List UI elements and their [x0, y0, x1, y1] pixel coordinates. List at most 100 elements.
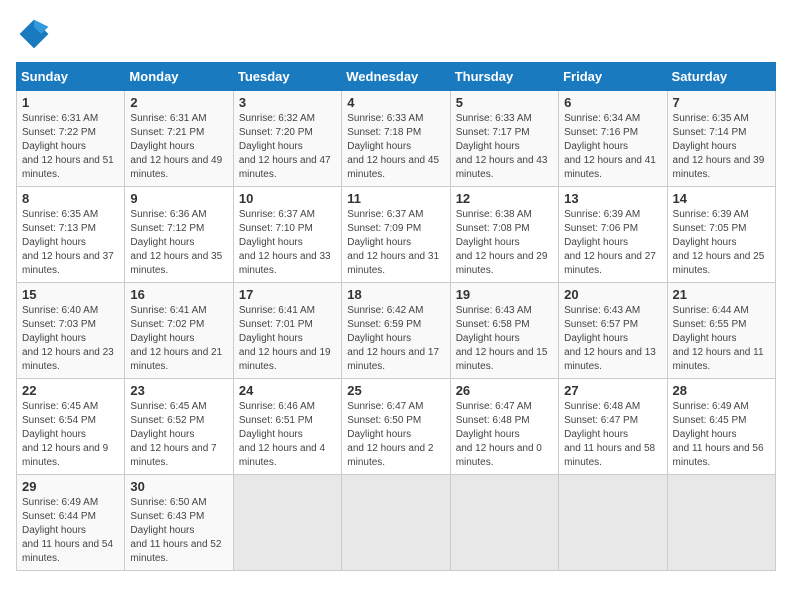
weekday-header-tuesday: Tuesday — [233, 63, 341, 91]
calendar-cell: 12 Sunrise: 6:38 AM Sunset: 7:08 PM Dayl… — [450, 187, 558, 283]
calendar-cell: 16 Sunrise: 6:41 AM Sunset: 7:02 PM Dayl… — [125, 283, 233, 379]
page-header — [16, 16, 776, 52]
day-info: Sunrise: 6:46 AM Sunset: 6:51 PM Dayligh… — [239, 400, 336, 470]
calendar-cell: 5 Sunrise: 6:33 AM Sunset: 7:17 PM Dayli… — [450, 91, 558, 187]
calendar-cell — [342, 475, 450, 571]
day-info: Sunrise: 6:40 AM Sunset: 7:03 PM Dayligh… — [22, 304, 119, 374]
day-number: 23 — [130, 383, 227, 398]
day-number: 21 — [673, 287, 770, 302]
day-info: Sunrise: 6:41 AM Sunset: 7:01 PM Dayligh… — [239, 304, 336, 374]
day-info: Sunrise: 6:39 AM Sunset: 7:05 PM Dayligh… — [673, 208, 770, 278]
calendar-week-5: 29 Sunrise: 6:49 AM Sunset: 6:44 PM Dayl… — [17, 475, 776, 571]
calendar-cell: 30 Sunrise: 6:50 AM Sunset: 6:43 PM Dayl… — [125, 475, 233, 571]
calendar-cell — [450, 475, 558, 571]
calendar-cell: 4 Sunrise: 6:33 AM Sunset: 7:18 PM Dayli… — [342, 91, 450, 187]
calendar-cell: 9 Sunrise: 6:36 AM Sunset: 7:12 PM Dayli… — [125, 187, 233, 283]
day-number: 25 — [347, 383, 444, 398]
day-number: 4 — [347, 95, 444, 110]
weekday-header-friday: Friday — [559, 63, 667, 91]
day-number: 10 — [239, 191, 336, 206]
day-info: Sunrise: 6:35 AM Sunset: 7:13 PM Dayligh… — [22, 208, 119, 278]
day-info: Sunrise: 6:33 AM Sunset: 7:18 PM Dayligh… — [347, 112, 444, 182]
calendar-cell: 6 Sunrise: 6:34 AM Sunset: 7:16 PM Dayli… — [559, 91, 667, 187]
day-number: 28 — [673, 383, 770, 398]
day-info: Sunrise: 6:50 AM Sunset: 6:43 PM Dayligh… — [130, 496, 227, 566]
day-info: Sunrise: 6:36 AM Sunset: 7:12 PM Dayligh… — [130, 208, 227, 278]
day-number: 30 — [130, 479, 227, 494]
day-info: Sunrise: 6:31 AM Sunset: 7:21 PM Dayligh… — [130, 112, 227, 182]
weekday-header-sunday: Sunday — [17, 63, 125, 91]
day-info: Sunrise: 6:37 AM Sunset: 7:10 PM Dayligh… — [239, 208, 336, 278]
calendar-week-1: 1 Sunrise: 6:31 AM Sunset: 7:22 PM Dayli… — [17, 91, 776, 187]
day-number: 24 — [239, 383, 336, 398]
day-number: 6 — [564, 95, 661, 110]
day-number: 29 — [22, 479, 119, 494]
day-info: Sunrise: 6:48 AM Sunset: 6:47 PM Dayligh… — [564, 400, 661, 470]
day-info: Sunrise: 6:39 AM Sunset: 7:06 PM Dayligh… — [564, 208, 661, 278]
day-info: Sunrise: 6:47 AM Sunset: 6:50 PM Dayligh… — [347, 400, 444, 470]
day-number: 15 — [22, 287, 119, 302]
day-info: Sunrise: 6:45 AM Sunset: 6:52 PM Dayligh… — [130, 400, 227, 470]
weekday-header-monday: Monday — [125, 63, 233, 91]
day-number: 12 — [456, 191, 553, 206]
calendar-cell: 20 Sunrise: 6:43 AM Sunset: 6:57 PM Dayl… — [559, 283, 667, 379]
day-info: Sunrise: 6:37 AM Sunset: 7:09 PM Dayligh… — [347, 208, 444, 278]
calendar-cell: 24 Sunrise: 6:46 AM Sunset: 6:51 PM Dayl… — [233, 379, 341, 475]
day-number: 2 — [130, 95, 227, 110]
day-info: Sunrise: 6:49 AM Sunset: 6:45 PM Dayligh… — [673, 400, 770, 470]
calendar-cell: 17 Sunrise: 6:41 AM Sunset: 7:01 PM Dayl… — [233, 283, 341, 379]
day-info: Sunrise: 6:43 AM Sunset: 6:58 PM Dayligh… — [456, 304, 553, 374]
day-info: Sunrise: 6:45 AM Sunset: 6:54 PM Dayligh… — [22, 400, 119, 470]
calendar-table: SundayMondayTuesdayWednesdayThursdayFrid… — [16, 62, 776, 571]
day-info: Sunrise: 6:33 AM Sunset: 7:17 PM Dayligh… — [456, 112, 553, 182]
calendar-cell: 10 Sunrise: 6:37 AM Sunset: 7:10 PM Dayl… — [233, 187, 341, 283]
calendar-cell: 27 Sunrise: 6:48 AM Sunset: 6:47 PM Dayl… — [559, 379, 667, 475]
weekday-header-saturday: Saturday — [667, 63, 775, 91]
day-number: 26 — [456, 383, 553, 398]
calendar-cell: 19 Sunrise: 6:43 AM Sunset: 6:58 PM Dayl… — [450, 283, 558, 379]
day-info: Sunrise: 6:43 AM Sunset: 6:57 PM Dayligh… — [564, 304, 661, 374]
calendar-cell: 23 Sunrise: 6:45 AM Sunset: 6:52 PM Dayl… — [125, 379, 233, 475]
calendar-cell: 11 Sunrise: 6:37 AM Sunset: 7:09 PM Dayl… — [342, 187, 450, 283]
calendar-cell — [559, 475, 667, 571]
day-info: Sunrise: 6:47 AM Sunset: 6:48 PM Dayligh… — [456, 400, 553, 470]
day-info: Sunrise: 6:49 AM Sunset: 6:44 PM Dayligh… — [22, 496, 119, 566]
day-number: 9 — [130, 191, 227, 206]
calendar-cell: 2 Sunrise: 6:31 AM Sunset: 7:21 PM Dayli… — [125, 91, 233, 187]
day-number: 20 — [564, 287, 661, 302]
day-number: 17 — [239, 287, 336, 302]
logo — [16, 16, 58, 52]
day-number: 16 — [130, 287, 227, 302]
day-number: 18 — [347, 287, 444, 302]
day-number: 11 — [347, 191, 444, 206]
day-number: 1 — [22, 95, 119, 110]
day-number: 19 — [456, 287, 553, 302]
day-number: 5 — [456, 95, 553, 110]
day-info: Sunrise: 6:32 AM Sunset: 7:20 PM Dayligh… — [239, 112, 336, 182]
calendar-cell — [233, 475, 341, 571]
day-info: Sunrise: 6:41 AM Sunset: 7:02 PM Dayligh… — [130, 304, 227, 374]
logo-icon — [16, 16, 52, 52]
calendar-cell: 29 Sunrise: 6:49 AM Sunset: 6:44 PM Dayl… — [17, 475, 125, 571]
calendar-cell: 22 Sunrise: 6:45 AM Sunset: 6:54 PM Dayl… — [17, 379, 125, 475]
day-number: 3 — [239, 95, 336, 110]
calendar-cell — [667, 475, 775, 571]
day-number: 22 — [22, 383, 119, 398]
calendar-cell: 13 Sunrise: 6:39 AM Sunset: 7:06 PM Dayl… — [559, 187, 667, 283]
calendar-header-row: SundayMondayTuesdayWednesdayThursdayFrid… — [17, 63, 776, 91]
calendar-cell: 26 Sunrise: 6:47 AM Sunset: 6:48 PM Dayl… — [450, 379, 558, 475]
calendar-cell: 7 Sunrise: 6:35 AM Sunset: 7:14 PM Dayli… — [667, 91, 775, 187]
day-info: Sunrise: 6:31 AM Sunset: 7:22 PM Dayligh… — [22, 112, 119, 182]
weekday-header-thursday: Thursday — [450, 63, 558, 91]
day-info: Sunrise: 6:44 AM Sunset: 6:55 PM Dayligh… — [673, 304, 770, 374]
calendar-week-2: 8 Sunrise: 6:35 AM Sunset: 7:13 PM Dayli… — [17, 187, 776, 283]
calendar-cell: 21 Sunrise: 6:44 AM Sunset: 6:55 PM Dayl… — [667, 283, 775, 379]
calendar-cell: 14 Sunrise: 6:39 AM Sunset: 7:05 PM Dayl… — [667, 187, 775, 283]
day-number: 7 — [673, 95, 770, 110]
day-info: Sunrise: 6:35 AM Sunset: 7:14 PM Dayligh… — [673, 112, 770, 182]
calendar-cell: 18 Sunrise: 6:42 AM Sunset: 6:59 PM Dayl… — [342, 283, 450, 379]
day-number: 8 — [22, 191, 119, 206]
calendar-week-3: 15 Sunrise: 6:40 AM Sunset: 7:03 PM Dayl… — [17, 283, 776, 379]
calendar-cell: 25 Sunrise: 6:47 AM Sunset: 6:50 PM Dayl… — [342, 379, 450, 475]
day-number: 13 — [564, 191, 661, 206]
